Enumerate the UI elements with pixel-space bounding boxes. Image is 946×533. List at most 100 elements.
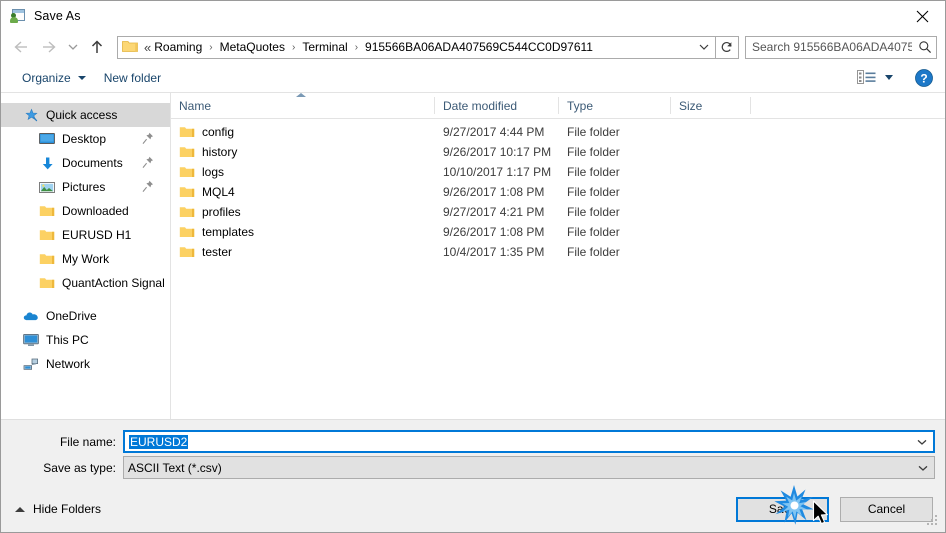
file-rows: config 9/27/2017 4:44 PM File folder his… [171,119,945,419]
hide-folders-button[interactable]: Hide Folders [15,502,101,516]
breadcrumb-separator: › [209,41,213,53]
folder-icon [39,276,55,290]
file-date-cell: 9/26/2017 1:08 PM [443,185,545,199]
file-date-cell: 10/10/2017 1:17 PM [443,165,552,179]
address-bar[interactable]: « Roaming › MetaQuotes › Terminal › 9155… [117,35,716,59]
file-name-cell: MQL4 [171,185,435,199]
file-date-cell: 9/27/2017 4:44 PM [443,125,545,139]
save-as-type-label: Save as type: [43,460,116,475]
table-row[interactable]: tester 10/4/2017 1:35 PM File folder [171,242,945,262]
sidebar-item-label: This PC [46,333,89,347]
search-input[interactable] [746,39,914,55]
table-row[interactable]: profiles 9/27/2017 4:21 PM File folder [171,202,945,222]
navigation-sidebar: Quick access Desktop Documents Pictures … [1,93,171,419]
chevron-down-icon[interactable] [912,464,934,472]
file-date-cell: 10/4/2017 1:35 PM [443,245,545,259]
save-as-type-select[interactable]: ASCII Text (*.csv) [123,456,935,479]
pictures-icon [39,181,55,194]
pin-icon[interactable] [142,132,154,148]
sidebar-item-eurusd-h1[interactable]: EURUSD H1 [1,223,170,247]
cancel-button[interactable]: Cancel [840,496,933,522]
chevron-down-icon[interactable] [911,438,933,446]
sidebar-item-label: My Work [62,252,110,266]
breadcrumb-item-metaquotes[interactable]: MetaQuotes [219,40,286,54]
breadcrumb-overflow[interactable]: « [143,40,153,55]
chevron-down-icon [885,75,893,80]
file-name-value: EURUSD2 [129,434,189,449]
folder-icon [179,225,195,239]
new-folder-button[interactable]: New folder [97,68,168,88]
column-header-label: Date modified [443,98,518,113]
svg-text:?: ? [920,71,927,85]
new-folder-label: New folder [103,70,162,85]
chevron-down-icon [77,75,86,80]
sidebar-item-this-pc[interactable]: This PC [1,328,170,352]
column-header-label: Name [179,98,212,113]
sidebar-item-quantaction-signal[interactable]: QuantAction Signal [1,271,170,295]
save-form: File name: EURUSD2 Save as type: ASCII T… [1,419,945,486]
breadcrumb-item-terminal-id[interactable]: 915566BA06ADA407569C544CC0D97611 [364,40,594,54]
table-row[interactable]: config 9/27/2017 4:44 PM File folder [171,122,945,142]
recent-locations-button[interactable] [63,34,83,60]
file-name-cell: templates [171,225,435,239]
breadcrumb-item-roaming[interactable]: Roaming [153,40,203,54]
table-row[interactable]: history 9/26/2017 10:17 PM File folder [171,142,945,162]
view-options-icon[interactable] [853,68,897,87]
search-box[interactable] [745,35,937,59]
table-row[interactable]: templates 9/26/2017 1:08 PM File folder [171,222,945,242]
breadcrumb-separator: › [291,41,296,53]
sidebar-item-label: EURUSD H1 [62,228,132,242]
table-row[interactable]: logs 10/10/2017 1:17 PM File folder [171,162,945,182]
file-date-cell: 9/27/2017 4:21 PM [443,205,545,219]
pin-icon[interactable] [142,180,154,196]
back-button[interactable] [7,34,35,60]
pin-icon[interactable] [142,156,154,172]
folder-icon [179,245,195,259]
address-dropdown-icon[interactable] [693,37,715,58]
sidebar-item-onedrive[interactable]: OneDrive [1,304,170,328]
file-type-cell: File folder [567,145,620,159]
sidebar-item-label: OneDrive [46,309,97,323]
file-name-input[interactable]: EURUSD2 [123,430,935,453]
close-icon[interactable] [899,1,945,31]
network-icon [23,357,39,371]
forward-button[interactable] [35,34,63,60]
file-name-row: File name: EURUSD2 [1,430,945,453]
sidebar-item-pictures[interactable]: Pictures [1,175,170,199]
organize-button[interactable]: Organize [15,68,93,88]
folder-icon [39,252,55,266]
sidebar-item-downloaded[interactable]: Downloaded [1,199,170,223]
sidebar-item-network[interactable]: Network [1,352,170,376]
sidebar-item-label: Quick access [46,108,118,122]
chevron-up-icon [15,506,25,512]
organize-label: Organize [22,70,71,85]
documents-icon [39,156,55,171]
table-row[interactable]: MQL4 9/26/2017 1:08 PM File folder [171,182,945,202]
column-header-name[interactable]: Name [171,93,435,114]
save-button[interactable]: Save [736,496,829,522]
sidebar-item-label: Desktop [62,132,107,146]
breadcrumb: « Roaming › MetaQuotes › Terminal › 9155… [143,40,693,55]
sidebar-item-documents[interactable]: Documents [1,151,170,175]
up-button[interactable] [83,34,111,60]
this-pc-icon [23,333,39,347]
sidebar-item-my-work[interactable]: My Work [1,247,170,271]
file-type-cell: File folder [567,185,620,199]
navigation-bar: « Roaming › MetaQuotes › Terminal › 9155… [1,31,945,63]
folder-icon [179,165,195,179]
sidebar-item-label: Pictures [62,180,106,194]
column-header-size[interactable]: Size [671,97,751,114]
refresh-icon[interactable] [716,35,739,59]
save-as-type-row: Save as type: ASCII Text (*.csv) [1,456,945,479]
sidebar-item-quick-access[interactable]: Quick access [1,103,170,127]
column-header-label: Size [679,98,703,113]
column-header-type[interactable]: Type [559,97,671,114]
sidebar-item-desktop[interactable]: Desktop [1,127,170,151]
breadcrumb-item-terminal[interactable]: Terminal [301,40,348,54]
save-as-dialog: Save As « Roaming › MetaQuotes › Termina… [0,0,946,533]
resize-grip-icon[interactable] [927,515,940,528]
help-icon[interactable]: ? [915,68,933,87]
file-name-cell: tester [171,245,435,259]
search-icon[interactable] [914,40,936,54]
column-header-date-modified[interactable]: Date modified [435,97,559,114]
